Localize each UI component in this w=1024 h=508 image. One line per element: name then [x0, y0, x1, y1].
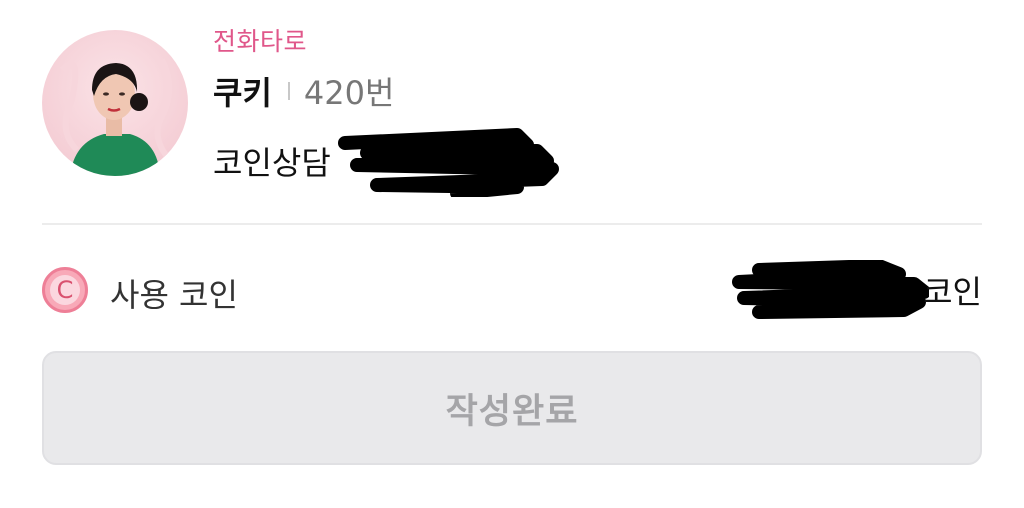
submit-button[interactable]: 작성완료 — [42, 351, 982, 465]
coin-icon: C — [42, 267, 88, 313]
counselor-name: 쿠키 — [213, 74, 272, 112]
counselor-name-row: 쿠키 420번 — [213, 70, 394, 112]
consult-type-row: 코인상담 — [213, 128, 562, 197]
used-coin-row: C 사용 코인 코인 — [42, 260, 982, 319]
name-divider — [287, 82, 290, 100]
coin-icon-glyph: C — [50, 275, 80, 305]
counselor-number: 420번 — [303, 74, 395, 112]
used-coin-value: 코인 — [729, 260, 982, 319]
counselor-category: 전화타로 — [213, 27, 308, 56]
coin-unit: 코인 — [923, 273, 982, 311]
section-divider — [42, 223, 982, 225]
used-coin-label: 사용 코인 — [110, 276, 238, 314]
redaction-scribble — [337, 128, 559, 197]
consult-type-label: 코인상담 — [213, 144, 331, 182]
counselor-avatar — [42, 30, 188, 176]
redaction-scribble-coin — [732, 260, 930, 319]
